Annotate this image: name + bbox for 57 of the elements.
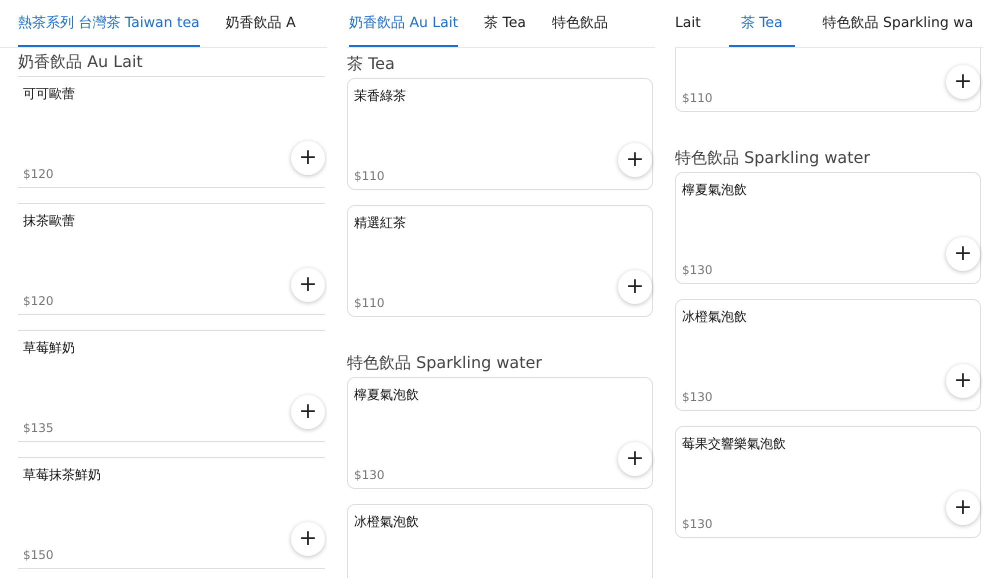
category-tab[interactable]: 特色飲品 Sparkling wa xyxy=(822,0,974,47)
add-button[interactable]: + xyxy=(291,395,325,429)
product-card[interactable]: 可可歐蕾 $120 + xyxy=(18,76,325,188)
product-card[interactable]: 冰橙氣泡飲 $130 + xyxy=(675,299,981,411)
section-heading: 特色飲品 Sparkling water xyxy=(347,352,543,374)
add-button[interactable]: + xyxy=(291,268,325,302)
product-price: $130 xyxy=(682,390,713,404)
category-tab[interactable]: Lait xyxy=(675,0,701,47)
add-button[interactable]: + xyxy=(291,522,325,556)
product-card[interactable]: 檸夏氣泡飲 $130 + xyxy=(347,377,653,489)
section-heading: 茶 Tea xyxy=(347,53,396,75)
product-card[interactable]: 茉香綠茶 $110 + xyxy=(347,78,653,190)
category-tab[interactable]: 茶 Tea xyxy=(728,0,795,47)
product-name: 茉香綠茶 xyxy=(354,88,406,105)
product-name: 精選紅茶 xyxy=(354,215,406,232)
product-name: 抹茶歐蕾 xyxy=(23,213,75,230)
product-card[interactable]: $110 + xyxy=(675,48,981,112)
category-tab[interactable]: 奶香飲品 Au Lait xyxy=(349,0,458,47)
product-price: $150 xyxy=(23,548,54,562)
product-card[interactable]: 精選紅茶 $110 + xyxy=(347,205,653,317)
product-card[interactable]: 抹茶歐蕾 $120 + xyxy=(18,203,325,315)
product-card[interactable]: 冰橙氣泡飲 xyxy=(347,504,653,578)
add-button[interactable]: + xyxy=(291,141,325,175)
category-tab[interactable]: 茶 Tea xyxy=(484,0,526,47)
add-button[interactable]: + xyxy=(946,491,980,525)
add-button[interactable]: + xyxy=(618,270,652,304)
product-price: $120 xyxy=(23,294,54,308)
section-heading: 特色飲品 Sparkling water xyxy=(675,147,871,169)
section-heading: 奶香飲品 Au Lait xyxy=(18,51,144,73)
category-tab[interactable]: 特色飲品 xyxy=(552,0,608,47)
product-card[interactable]: 檸夏氣泡飲 $130 + xyxy=(675,172,981,284)
product-card[interactable]: 莓果交響樂氣泡飲 $130 + xyxy=(675,426,981,538)
product-card[interactable]: 草莓抹茶鮮奶 $150 + xyxy=(18,457,325,569)
product-price: $135 xyxy=(23,421,54,435)
product-price: $110 xyxy=(354,296,385,310)
product-name: 冰橙氣泡飲 xyxy=(354,514,419,531)
product-name: 草莓抹茶鮮奶 xyxy=(23,467,101,484)
add-button[interactable]: + xyxy=(946,237,980,271)
product-name: 草莓鮮奶 xyxy=(23,340,75,357)
product-price: $110 xyxy=(354,169,385,183)
product-name: 檸夏氣泡飲 xyxy=(682,182,747,199)
category-tab[interactable]: 奶香飲品 A xyxy=(226,0,296,47)
product-name: 檸夏氣泡飲 xyxy=(354,387,419,404)
product-price: $120 xyxy=(23,167,54,181)
product-price: $130 xyxy=(354,468,385,482)
product-price: $130 xyxy=(682,517,713,531)
product-name: 冰橙氣泡飲 xyxy=(682,309,747,326)
add-button[interactable]: + xyxy=(618,143,652,177)
add-button[interactable]: + xyxy=(618,442,652,476)
add-button[interactable]: + xyxy=(946,65,980,99)
add-button[interactable]: + xyxy=(946,364,980,398)
product-card[interactable]: 草莓鮮奶 $135 + xyxy=(18,330,325,442)
product-name: 莓果交響樂氣泡飲 xyxy=(682,436,786,453)
product-price: $130 xyxy=(682,263,713,277)
product-name: 可可歐蕾 xyxy=(23,86,75,103)
category-tab[interactable]: 熱茶系列 台灣茶 Taiwan tea xyxy=(18,0,200,47)
product-price: $110 xyxy=(682,91,713,105)
